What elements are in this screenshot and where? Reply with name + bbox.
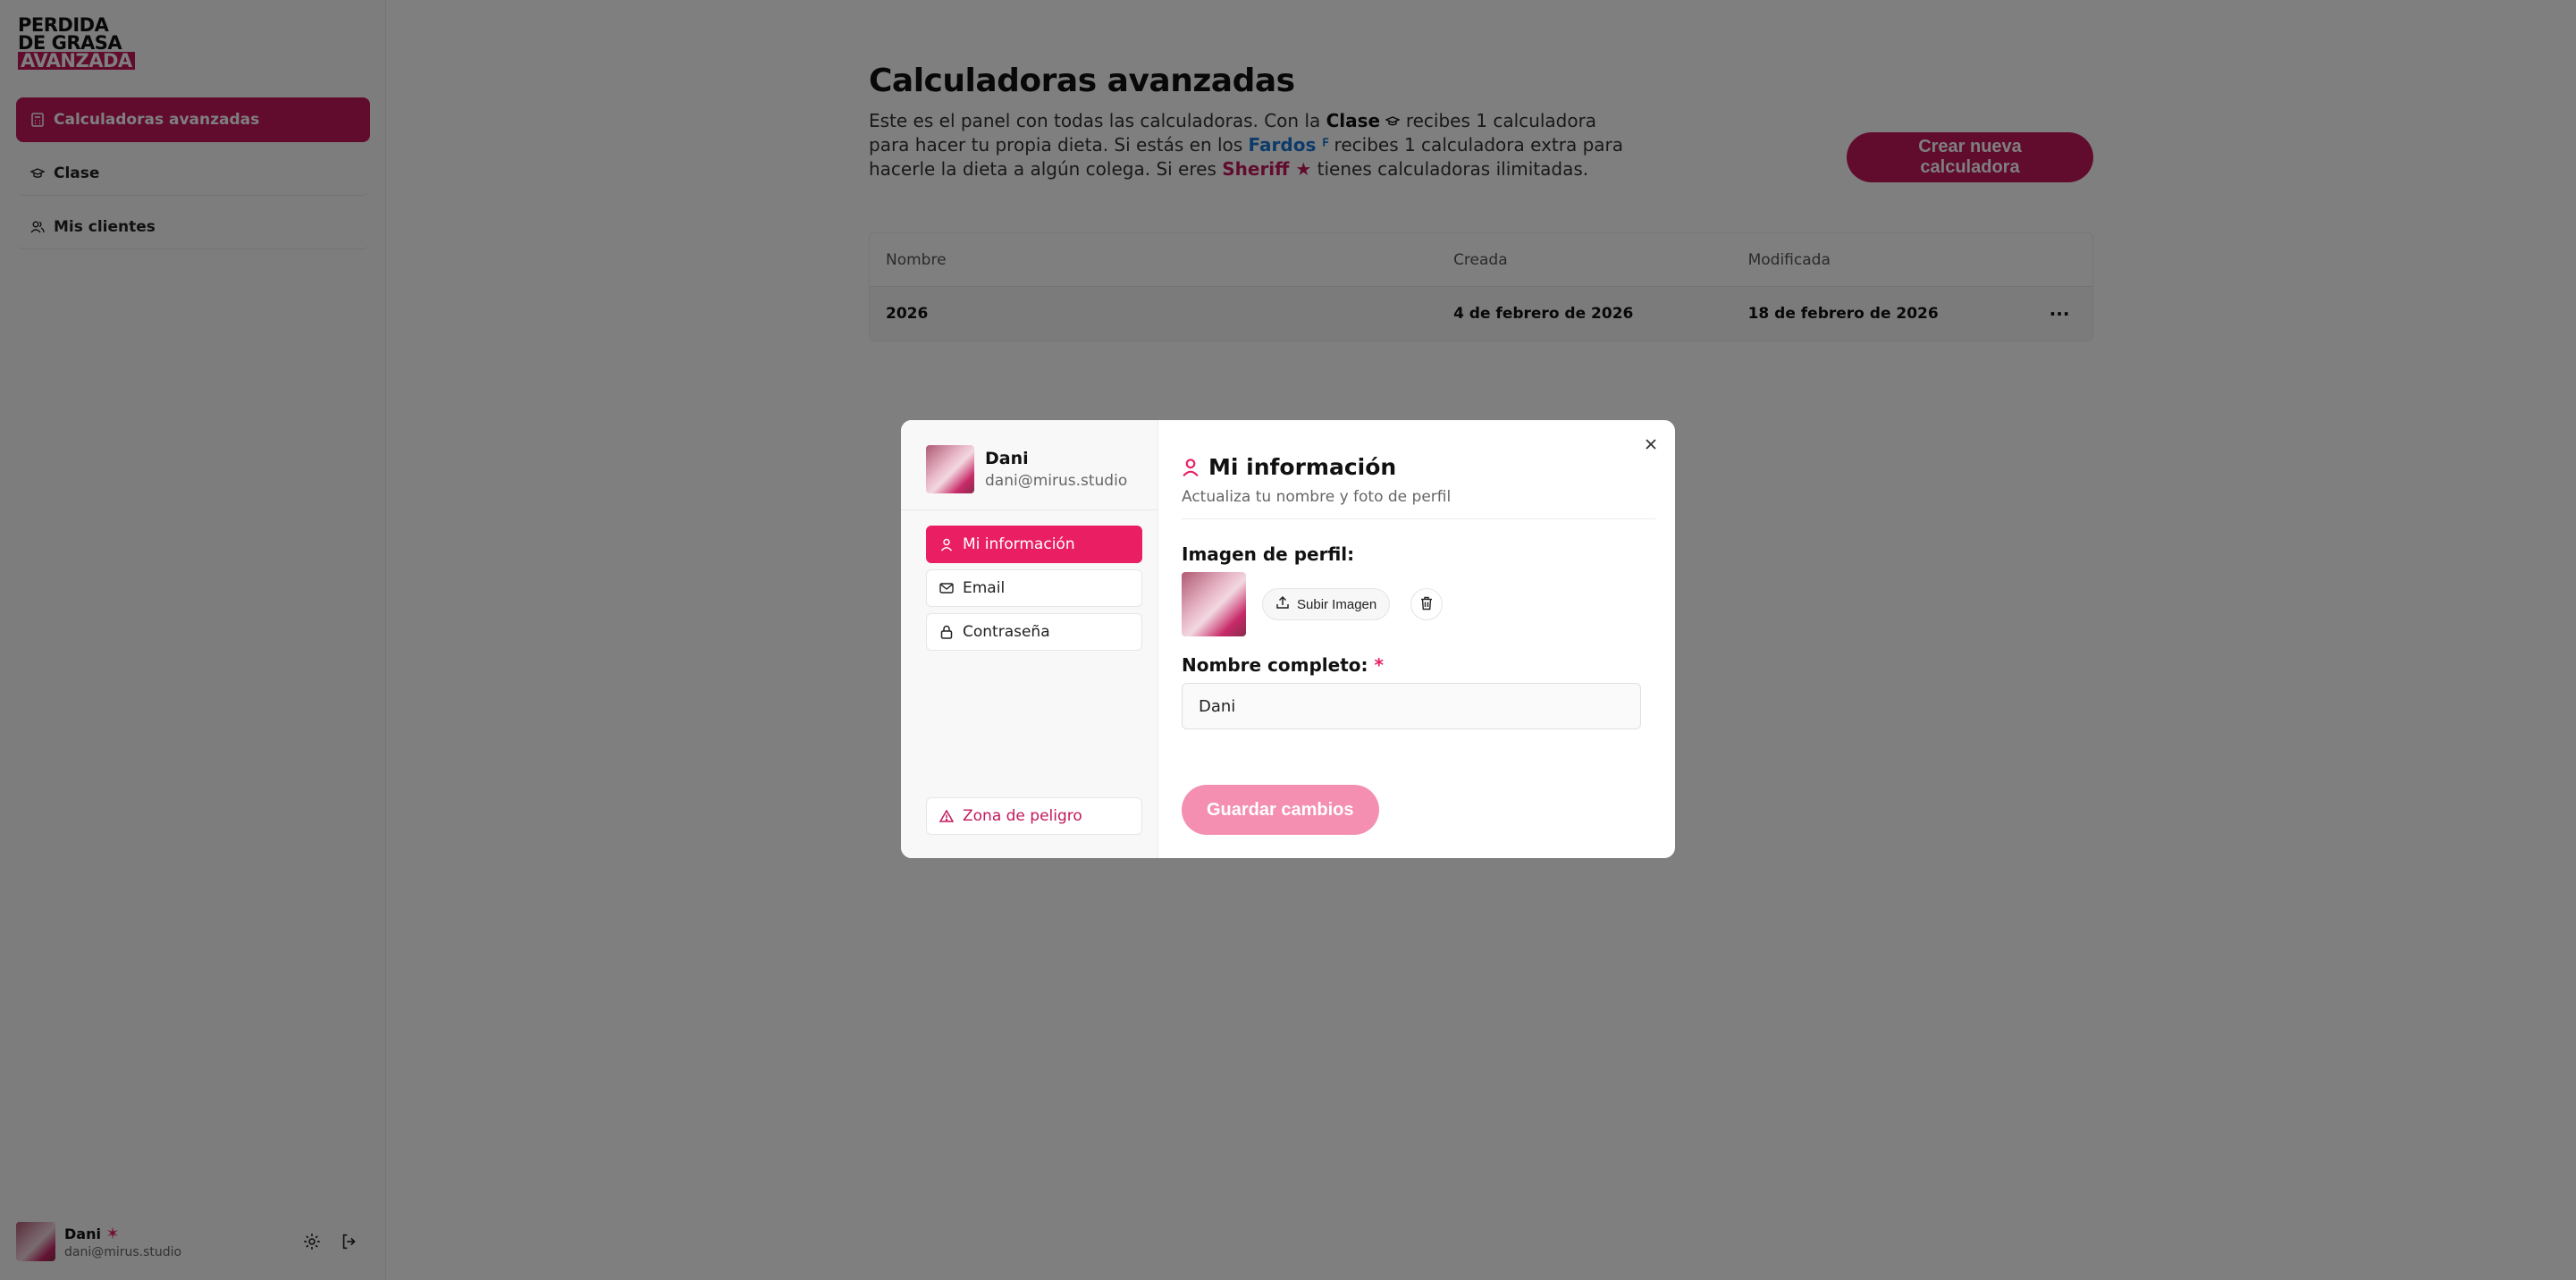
tab-label: Contraseña — [963, 623, 1050, 641]
tab-mi-informacion[interactable]: Mi información — [926, 526, 1142, 563]
danger-zone-button[interactable]: Zona de peligro — [926, 797, 1142, 835]
full-name-input[interactable] — [1182, 683, 1641, 729]
modal-title: Mi información — [1182, 454, 1396, 480]
warning-icon — [939, 810, 954, 822]
profile-settings-modal: Dani dani@mirus.studio Mi información Em… — [901, 420, 1675, 858]
divider — [901, 509, 1158, 510]
profile-image-preview — [1182, 572, 1246, 636]
tab-email[interactable]: Email — [926, 569, 1142, 607]
avatar — [926, 445, 974, 493]
trash-icon — [1420, 596, 1433, 613]
modal-sidebar: Dani dani@mirus.studio Mi información Em… — [901, 420, 1158, 858]
divider — [1182, 518, 1655, 519]
tab-label: Email — [963, 579, 1006, 597]
danger-zone-label: Zona de peligro — [963, 807, 1082, 825]
delete-image-button[interactable] — [1410, 588, 1443, 620]
user-icon — [1182, 458, 1200, 477]
tab-label: Mi información — [963, 535, 1075, 553]
mail-icon — [939, 581, 954, 595]
modal-user-email: dani@mirus.studio — [985, 472, 1128, 490]
full-name-label: Nombre completo: * — [1182, 654, 1384, 676]
modal-title-text: Mi información — [1208, 454, 1397, 480]
close-icon[interactable] — [1643, 436, 1659, 452]
save-changes-button[interactable]: Guardar cambios — [1182, 785, 1379, 835]
profile-image-label: Imagen de perfil: — [1182, 543, 1355, 565]
user-icon — [939, 537, 954, 552]
required-mark: * — [1374, 654, 1384, 676]
upload-image-button[interactable]: Subir Imagen — [1262, 588, 1391, 620]
upload-button-label: Subir Imagen — [1297, 596, 1377, 612]
modal-user: Dani dani@mirus.studio — [926, 445, 1127, 493]
modal-nav: Mi información Email Contraseña — [926, 526, 1142, 657]
lock-icon — [939, 625, 954, 639]
modal-user-name: Dani — [985, 449, 1029, 468]
upload-icon — [1275, 595, 1290, 613]
modal-subtitle: Actualiza tu nombre y foto de perfil — [1182, 488, 1452, 506]
tab-contrasena[interactable]: Contraseña — [926, 613, 1142, 651]
